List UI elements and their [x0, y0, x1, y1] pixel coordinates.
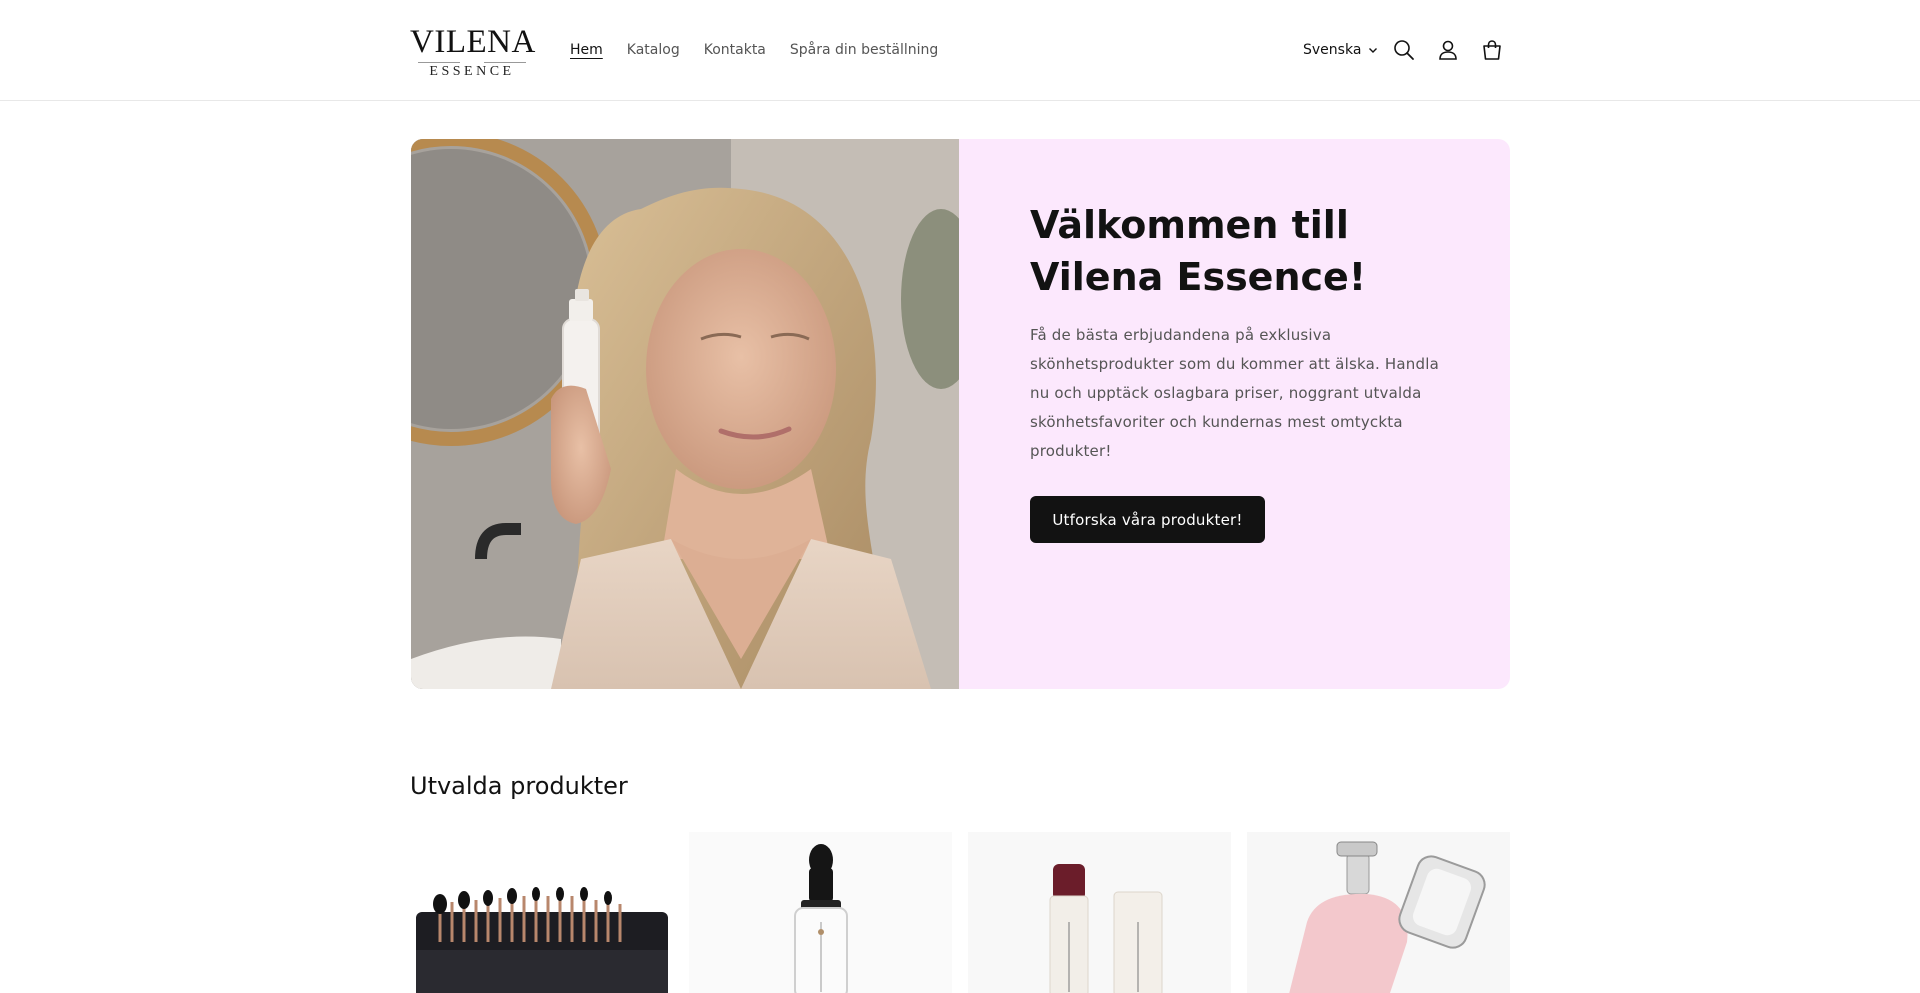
chevron-down-icon: [1369, 48, 1378, 53]
product-card-lip-balm[interactable]: [968, 832, 1231, 993]
cart-button[interactable]: [1478, 36, 1506, 64]
search-icon: [1394, 40, 1414, 60]
logo-main-text: VILENA: [410, 24, 536, 60]
lip-balm-sticks-image: [1049, 864, 1163, 993]
product-card-pump-bottle[interactable]: [1247, 832, 1510, 993]
explore-products-button[interactable]: Utforska våra produkter!: [1030, 496, 1265, 543]
cart-icon: [1483, 40, 1501, 60]
language-selector[interactable]: Svenska: [1303, 40, 1379, 60]
product-card-serum[interactable]: [689, 832, 952, 993]
featured-products-grid: [410, 832, 1510, 993]
logo-sub-text: ESSENCE: [429, 64, 515, 79]
hero-text-panel: Välkommen till Vilena Essence! Få de bäs…: [959, 139, 1510, 689]
account-button[interactable]: [1434, 36, 1462, 64]
hero-title: Välkommen till Vilena Essence!: [1030, 203, 1367, 299]
logo-ornament: [410, 59, 534, 65]
search-button[interactable]: [1390, 36, 1418, 64]
serum-dropper-bottle-image: [794, 844, 848, 993]
makeup-brush-set-image: [416, 887, 668, 993]
pump-bottle-image: [1289, 841, 1486, 993]
product-card-brush-set[interactable]: [410, 832, 673, 993]
nav-item-kontakta[interactable]: Kontakta: [704, 40, 766, 60]
hero-photo-illustration: [411, 139, 959, 689]
language-label: Svenska: [1303, 42, 1362, 58]
site-header: VILENA ESSENCE Hem Katalog Kontakta Spår…: [0, 0, 1920, 101]
main-nav: Hem Katalog Kontakta Spåra din beställni…: [570, 40, 962, 60]
nav-item-katalog[interactable]: Katalog: [627, 40, 680, 60]
nav-item-track-order[interactable]: Spåra din beställning: [790, 40, 938, 60]
hero-description: Få de bästa erbjudandena på exklusiva sk…: [1030, 326, 1439, 460]
site-logo[interactable]: VILENA ESSENCE: [410, 24, 536, 79]
nav-item-hem[interactable]: Hem: [570, 40, 603, 60]
account-icon: [1439, 40, 1457, 60]
hero-image: [411, 139, 959, 689]
featured-section-title: Utvalda produkter: [410, 772, 628, 800]
hero-banner: Välkommen till Vilena Essence! Få de bäs…: [411, 139, 1510, 689]
